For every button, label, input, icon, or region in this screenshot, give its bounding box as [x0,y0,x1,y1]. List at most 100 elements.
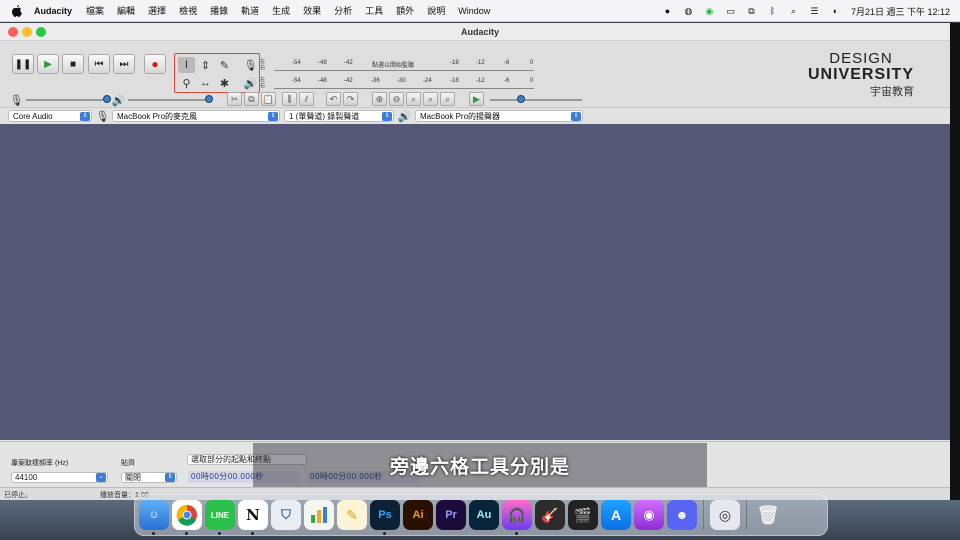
subtitle-text: 旁邊六格工具分別是 [389,456,570,478]
fit-selection-icon[interactable]: ⌕ [406,92,421,106]
menu-generate[interactable]: 生成 [272,4,290,17]
recording-volume-icon: 🎙 [9,94,24,107]
menu-extra[interactable]: 額外 [396,4,414,17]
finder-icon[interactable]: ☺ [139,500,169,535]
window-title: Audacity [460,26,499,37]
menu-bar: Audacity 檔案 編輯 選擇 檢視 播錄 軌道 生成 效果 分析 工具 額… [0,0,960,22]
menu-clock[interactable]: 7月21日 週三 下午 12:12 [851,5,950,18]
menu-tools[interactable]: 工具 [365,4,383,17]
menu-effect[interactable]: 效果 [303,4,321,17]
playback-volume-slider[interactable] [128,99,210,101]
record-button[interactable]: ● [144,54,166,74]
fit-project-icon[interactable]: ⌕ [423,92,438,106]
speaker-meter-icon[interactable]: 🔊 [242,75,259,91]
bluetooth-icon[interactable]: ᛒ [767,6,778,17]
trash-icon[interactable]: 🗑 [753,500,783,530]
podcasts-icon[interactable]: ◉ [634,500,664,530]
audition-icon[interactable]: Au [469,500,499,530]
discord-icon[interactable]: ☻ [667,500,697,530]
zoom-toggle-icon[interactable]: ⌕ [440,92,455,106]
skip-end-button[interactable]: ⏭ [113,54,135,74]
zoom-out-icon[interactable]: ⊖ [389,92,404,106]
video-subtitle: 旁邊六格工具分別是 [253,443,707,487]
chevron-down-icon: ⇕ [80,112,90,121]
menu-tracks[interactable]: 軌道 [241,4,259,17]
menu-select[interactable]: 選擇 [148,4,166,17]
copy-icon[interactable]: ⧉ [244,92,259,106]
mic-device-icon: 🎙 [95,110,110,123]
keynote-icon[interactable]: ⛉ [271,500,301,530]
siri-icon[interactable]: ◐ [830,6,841,17]
final-cut-icon[interactable]: 🎬 [568,500,598,530]
audacity-icon[interactable]: 🎧 [502,500,532,535]
silence-icon[interactable]: ⫽ [299,92,314,106]
audio-host-select[interactable]: Core Audio ⇕ [8,110,92,122]
zoom-window-button[interactable] [36,27,46,37]
playback-device-select[interactable]: MacBook Pro的揚聲器 ⇕ [415,110,583,122]
playback-volume-thumb[interactable] [205,95,213,103]
app-menu[interactable]: Audacity [34,6,72,16]
chevron-down-icon: ⇕ [165,473,175,482]
menu-analyze[interactable]: 分析 [334,4,352,17]
menu-help[interactable]: 說明 [427,4,445,17]
close-window-button[interactable] [8,27,18,37]
playback-meter[interactable]: 左右 -54 -48 -42 -36 -30 -24 -18 -12 -6 0 [260,77,540,89]
stop-button[interactable]: ■ [62,54,84,74]
apple-menu-icon[interactable] [10,4,24,18]
line-icon[interactable]: LINE [205,500,235,535]
play-speed-slider[interactable] [490,99,582,101]
mic-meter-icon[interactable]: 🎙 [242,57,259,73]
meter-hint: 點選以開始監聽 [372,63,415,69]
screen-recorder-icon[interactable]: ◎ [710,500,740,530]
play-speed-thumb[interactable] [517,95,525,103]
battery-icon[interactable]: ▭ [725,6,736,17]
undo-icon[interactable]: ↶ [326,92,341,106]
menu-file[interactable]: 檔案 [86,4,104,17]
search-icon[interactable]: ⌕ [788,6,799,17]
dock: ☺ LINE N ⛉ ✎ Ps Ai Pr Au 🎧 🎸 🎬 A ◉ ☻ ◎ 🗑 [134,494,828,536]
paste-icon[interactable]: 📋 [261,92,276,106]
numbers-icon[interactable] [304,500,334,530]
menu-edit[interactable]: 編輯 [117,4,135,17]
menu-window[interactable]: Window [458,6,490,16]
app-store-icon[interactable]: A [601,500,631,530]
record-status-icon[interactable]: ● [662,6,673,17]
play-at-speed-icon[interactable]: ▶ [469,92,484,106]
line-status-icon[interactable]: ◉ [704,6,715,17]
trim-icon[interactable]: ⫼ [282,92,297,106]
snap-label: 貼齊 [121,460,135,467]
playback-volume-icon: 🔊 [111,94,126,107]
zoom-in-icon[interactable]: ⊕ [372,92,387,106]
record-meter[interactable]: 左右 -54 -48 -42 點選以開始監聽 -18 -12 -6 0 [260,59,540,71]
design-university-logo: DESIGN UNIVERSITY 宇宙教育 [807,50,914,98]
chevron-down-icon: ⇕ [382,112,392,121]
premiere-icon[interactable]: Pr [436,500,466,530]
screen: Audacity 檔案 編輯 選擇 檢視 播錄 軌道 生成 效果 分析 工具 額… [0,0,960,540]
play-button[interactable]: ▶ [37,54,59,74]
redo-icon[interactable]: ↷ [343,92,358,106]
skip-start-button[interactable]: ⏮ [88,54,110,74]
cut-icon[interactable]: ✂ [227,92,242,106]
pages-icon[interactable]: ✎ [337,500,367,530]
recording-channels-select[interactable]: 1 (單聲道) 錄製聲道 ⇕ [284,110,394,122]
chrome-status-icon[interactable]: ◍ [683,6,694,17]
track-area[interactable] [0,124,950,440]
chrome-icon[interactable] [172,500,202,535]
garageband-icon[interactable]: 🎸 [535,500,565,530]
project-rate-select[interactable]: 44100 ⌄ [11,472,108,483]
menu-transport[interactable]: 播錄 [210,4,228,17]
recording-device-select[interactable]: MacBook Pro的麥克風 ⇕ [112,110,280,122]
pause-button[interactable]: ❚❚ [12,54,34,74]
screen-mirror-icon[interactable]: ⧉ [746,6,757,17]
snap-select[interactable]: 關閉 ⇕ [121,472,177,483]
photoshop-icon[interactable]: Ps [370,500,400,535]
notion-icon[interactable]: N [238,500,268,535]
menu-view[interactable]: 檢視 [179,4,197,17]
window-titlebar: Audacity [0,23,960,41]
control-center-icon[interactable]: ☰ [809,6,820,17]
minimize-window-button[interactable] [22,27,32,37]
chevron-down-icon: ⇕ [268,112,278,121]
illustrator-icon[interactable]: Ai [403,500,433,530]
recording-volume-slider[interactable] [26,99,108,101]
status-text: 已停止。 [4,492,32,499]
